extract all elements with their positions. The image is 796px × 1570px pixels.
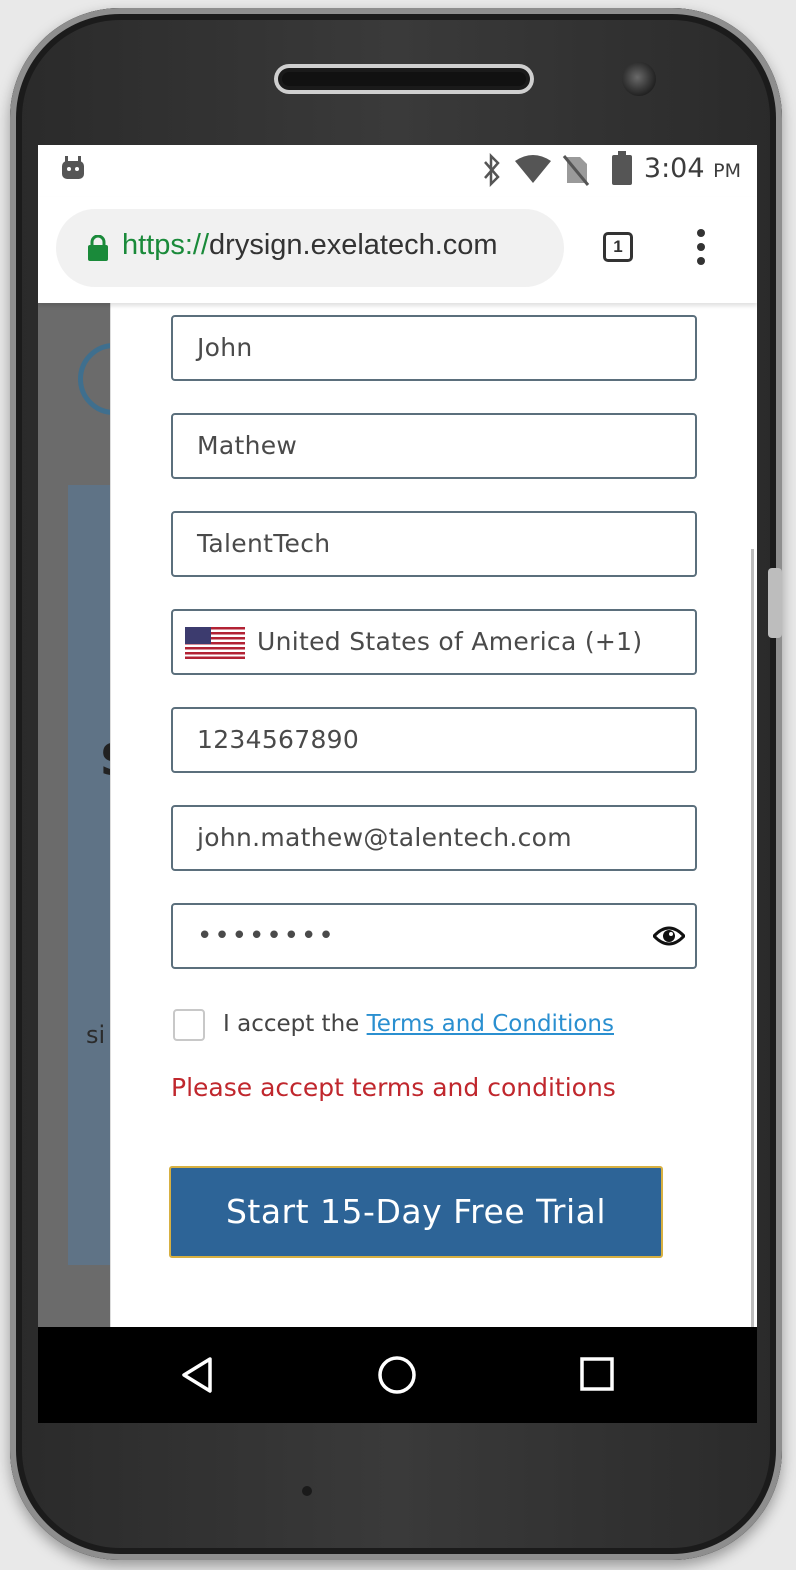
password-field[interactable]: •••••••• xyxy=(171,903,697,969)
last-name-field[interactable]: Mathew xyxy=(171,413,697,479)
clock: 3:04 PM xyxy=(644,153,741,184)
front-camera xyxy=(622,62,656,96)
modal-scrollbar[interactable] xyxy=(751,549,754,1327)
terms-label: I accept the Terms and Conditions xyxy=(223,1011,614,1037)
tab-switcher-button[interactable]: 1 xyxy=(603,232,633,262)
country-label: United States of America (+1) xyxy=(257,627,643,656)
clock-time: 3:04 xyxy=(643,153,705,184)
status-bar: 3:04 PM xyxy=(38,145,757,197)
android-nav-bar xyxy=(38,1327,757,1423)
battery-icon xyxy=(612,151,632,185)
android-debug-icon xyxy=(62,156,84,179)
bluetooth-icon xyxy=(484,153,500,187)
us-flag-icon xyxy=(185,627,245,659)
url-scheme: https:// xyxy=(122,229,210,261)
background-panel xyxy=(68,485,110,1265)
eye-icon[interactable] xyxy=(653,922,685,950)
phone-screen: 3:04 PM https://drysign.exelatech.com 1 … xyxy=(38,145,757,1423)
url-text: https://drysign.exelatech.com xyxy=(122,229,498,262)
signup-modal: John Mathew TalentTech United States of … xyxy=(110,303,757,1327)
browser-toolbar: https://drysign.exelatech.com 1 xyxy=(38,197,757,303)
phone-field[interactable]: 1234567890 xyxy=(171,707,697,773)
volume-button xyxy=(768,568,782,638)
microphone xyxy=(302,1486,312,1496)
back-icon[interactable] xyxy=(178,1355,218,1395)
terms-error-message: Please accept terms and conditions xyxy=(171,1073,616,1102)
earpiece-speaker xyxy=(274,64,534,94)
country-select[interactable]: United States of America (+1) xyxy=(171,609,697,675)
wifi-icon xyxy=(515,155,551,183)
no-sim-icon xyxy=(562,155,590,186)
lock-icon xyxy=(88,235,108,261)
terms-link[interactable]: Terms and Conditions xyxy=(367,1011,614,1037)
clock-ampm: PM xyxy=(713,160,741,182)
company-field[interactable]: TalentTech xyxy=(171,511,697,577)
overflow-menu-icon[interactable] xyxy=(694,227,708,267)
first-name-field[interactable]: John xyxy=(171,315,697,381)
email-field[interactable]: john.mathew@talentech.com xyxy=(171,805,697,871)
accept-text: I accept the xyxy=(223,1011,367,1037)
home-icon[interactable] xyxy=(377,1355,417,1395)
start-trial-button[interactable]: Start 15-Day Free Trial xyxy=(169,1166,663,1258)
recents-icon[interactable] xyxy=(580,1357,616,1393)
url-bar[interactable]: https://drysign.exelatech.com xyxy=(56,209,564,287)
password-value: •••••••• xyxy=(197,921,336,951)
terms-checkbox[interactable] xyxy=(173,1009,205,1041)
url-host: drysign.exelatech.com xyxy=(209,229,498,261)
background-text: si xyxy=(86,1021,106,1049)
